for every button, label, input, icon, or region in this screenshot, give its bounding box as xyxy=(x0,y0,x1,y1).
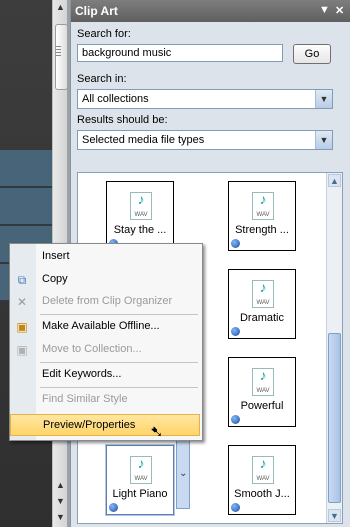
search-in-dropdown[interactable]: All collections ▼ xyxy=(77,89,333,109)
delete-icon: ✕ xyxy=(16,295,28,309)
menu-separator xyxy=(40,387,198,388)
search-input[interactable]: background music xyxy=(77,44,283,62)
search-label: Search for: xyxy=(77,28,131,40)
context-menu: Insert ⧉ Copy ✕ Delete from Clip Organiz… xyxy=(9,243,203,441)
close-icon[interactable]: ✕ xyxy=(335,4,344,17)
results-scroll-thumb[interactable] xyxy=(328,333,341,503)
search-in-label: Search in: xyxy=(77,73,127,85)
results-value: Selected media file types xyxy=(82,134,205,146)
menu-item-label: Insert xyxy=(42,250,70,262)
scroll-down-icon[interactable]: ▲ xyxy=(54,478,67,492)
globe-icon xyxy=(109,503,118,512)
scroll-up-icon[interactable]: ▲ xyxy=(328,174,341,187)
menu-item-label: Move to Collection... xyxy=(42,343,142,355)
doc-thumbnail xyxy=(0,150,52,187)
menu-item-label: Find Similar Style xyxy=(42,393,128,405)
copy-icon: ⧉ xyxy=(17,273,27,287)
chevron-down-icon[interactable]: ▼ xyxy=(315,131,332,149)
go-button[interactable]: Go xyxy=(293,44,331,64)
menu-item-preview-properties[interactable]: Preview/Properties xyxy=(10,414,200,436)
scroll-up-icon[interactable]: ▲ xyxy=(54,0,67,14)
menu-item-edit-keywords[interactable]: Edit Keywords... xyxy=(10,364,200,386)
results-label: Results should be: xyxy=(77,114,168,126)
results-dropdown[interactable]: Selected media file types ▼ xyxy=(77,130,333,150)
wav-icon: ♪ WAV xyxy=(130,191,152,220)
clip-item[interactable]: ♪ WAV Strength ... xyxy=(228,181,296,251)
clip-name: Strength ... xyxy=(235,224,289,236)
menu-item-find-similar[interactable]: Find Similar Style xyxy=(10,389,200,411)
scroll-down-icon[interactable]: ▼ xyxy=(54,510,67,524)
clip-dropdown-button[interactable]: ⌄ xyxy=(176,439,190,509)
doc-thumbnail xyxy=(0,188,52,225)
wav-icon: ♪ WAV xyxy=(252,367,274,396)
mouse-pointer-icon: ➷ xyxy=(150,424,164,441)
menu-item-label: Edit Keywords... xyxy=(42,368,122,380)
clip-name: Dramatic xyxy=(239,312,284,324)
clip-item-selected[interactable]: ♪ WAV Light Piano xyxy=(105,444,175,516)
menu-item-label: Preview/Properties xyxy=(43,419,136,431)
scroll-down-icon[interactable]: ▼ xyxy=(328,509,341,522)
menu-item-insert[interactable]: Insert xyxy=(10,246,200,268)
clip-name: Powerful xyxy=(240,400,284,412)
globe-icon xyxy=(231,503,240,512)
globe-icon xyxy=(231,239,240,248)
clip-item[interactable]: ♪ WAV Smooth J... xyxy=(228,445,296,515)
wav-icon: ♪ WAV xyxy=(252,455,274,484)
menu-item-copy[interactable]: ⧉ Copy xyxy=(10,269,200,291)
grip-icon xyxy=(56,46,61,47)
wav-icon: ♪ WAV xyxy=(252,279,274,308)
clip-item[interactable]: ♪ WAV Stay the ... xyxy=(106,181,174,251)
menu-item-move[interactable]: ▣ Move to Collection... xyxy=(10,339,200,361)
wav-icon: ♪ WAV xyxy=(130,455,152,484)
dropdown-arrow-icon[interactable]: ▼ xyxy=(319,4,330,16)
results-scrollbar[interactable]: ▲ ▼ xyxy=(326,173,342,523)
chevron-down-icon[interactable]: ▼ xyxy=(315,90,332,108)
clip-name: Smooth J... xyxy=(234,488,290,500)
clip-name: Light Piano xyxy=(112,488,168,500)
menu-item-label: Copy xyxy=(42,273,68,285)
chevron-down-icon: ⌄ xyxy=(179,468,188,479)
scroll-down-icon[interactable]: ▼ xyxy=(54,494,67,508)
menu-item-make-offline[interactable]: ▣ Make Available Offline... xyxy=(10,316,200,338)
pane-title-bar: Clip Art ▼ ✕ xyxy=(71,0,350,22)
globe-icon xyxy=(231,327,240,336)
menu-separator xyxy=(40,314,198,315)
globe-icon xyxy=(231,415,240,424)
clip-item[interactable]: ♪ WAV Powerful xyxy=(228,357,296,427)
wav-icon: ♪ WAV xyxy=(252,191,274,220)
menu-separator xyxy=(40,362,198,363)
menu-item-delete[interactable]: ✕ Delete from Clip Organizer xyxy=(10,291,200,313)
search-in-value: All collections xyxy=(82,93,149,105)
menu-item-label: Delete from Clip Organizer xyxy=(42,295,173,307)
menu-item-label: Make Available Offline... xyxy=(42,320,160,332)
offline-icon: ▣ xyxy=(16,320,28,334)
move-icon: ▣ xyxy=(16,343,28,357)
pane-title: Clip Art xyxy=(75,4,118,18)
clip-item[interactable]: ♪ WAV Dramatic xyxy=(228,269,296,339)
clip-name: Stay the ... xyxy=(113,224,167,236)
